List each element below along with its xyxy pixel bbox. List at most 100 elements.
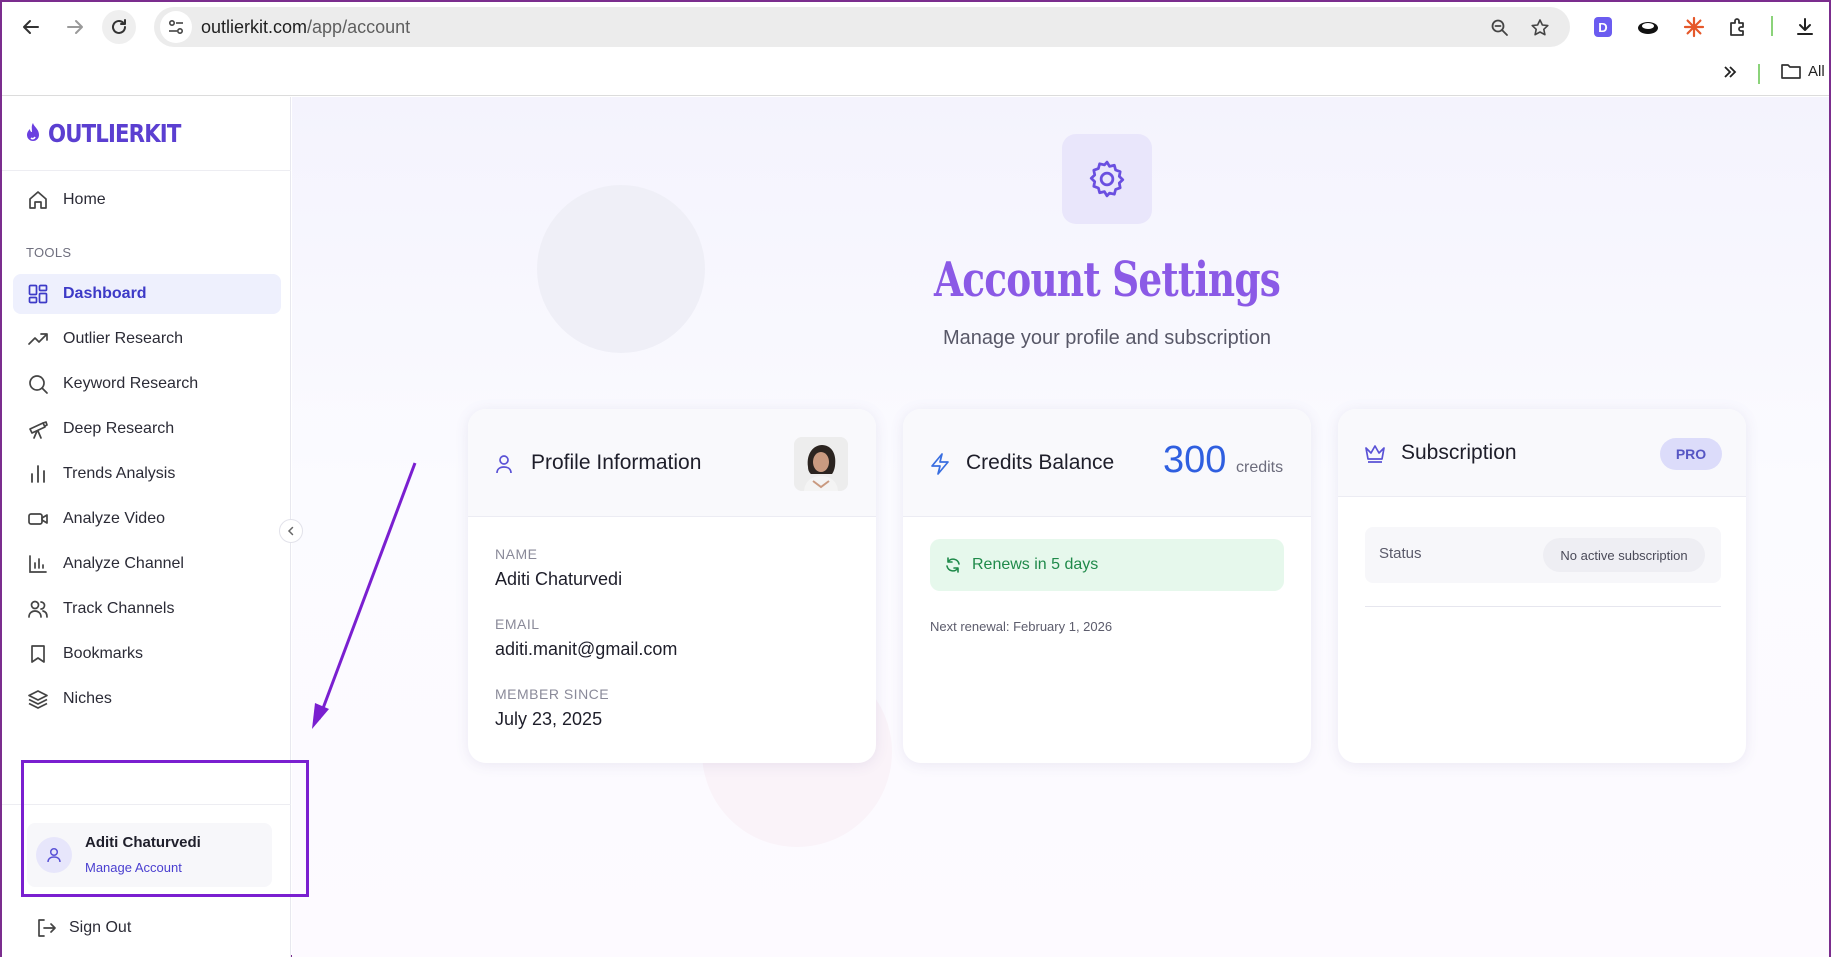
settings-badge <box>1062 134 1152 224</box>
bookmark-star-icon[interactable] <box>1529 17 1551 39</box>
sidebar-item-label: Home <box>63 191 106 208</box>
toolbar-separator <box>1771 16 1773 36</box>
sidebar-divider <box>2 170 291 171</box>
sidebar-item-label: Trends Analysis <box>63 465 176 482</box>
plan-badge: PRO <box>1660 438 1722 470</box>
crown-icon <box>1365 445 1385 463</box>
email-label: EMAIL <box>495 616 540 632</box>
reload-button[interactable] <box>102 10 136 44</box>
credits-card: Credits Balance 300 credits Renews in 5 … <box>903 409 1311 763</box>
lightning-icon <box>931 453 949 475</box>
reload-icon <box>112 19 126 34</box>
sign-out-label: Sign Out <box>69 919 132 936</box>
sidebar-item-label: Keyword Research <box>63 375 199 392</box>
all-bookmarks-button[interactable]: All <box>1780 62 1825 80</box>
extensions-puzzle-icon[interactable] <box>1725 14 1751 40</box>
subscription-divider <box>1365 606 1721 607</box>
bookmarks-bar: All <box>2 52 1829 96</box>
sidebar-item-track-channels[interactable]: Track Channels <box>13 589 281 629</box>
chevron-double-right-icon[interactable] <box>1722 64 1738 85</box>
sidebar-item-bookmarks[interactable]: Bookmarks <box>13 634 281 674</box>
sidebar-item-niches[interactable]: Niches <box>13 679 281 719</box>
profile-card-title: Profile Information <box>531 451 702 474</box>
logo[interactable]: OUTLIERKIT <box>22 119 204 148</box>
user-name: Aditi Chaturvedi <box>85 834 201 851</box>
chevron-left-icon <box>287 526 294 536</box>
channel-chart-icon <box>29 555 47 573</box>
manage-account-link[interactable]: Manage Account <box>85 860 182 875</box>
sidebar-item-keyword-research[interactable]: Keyword Research <box>13 364 281 404</box>
avatar <box>36 837 72 873</box>
sidebar-item-label: Dashboard <box>63 285 147 302</box>
search-icon <box>29 375 48 394</box>
flame-logo-icon <box>27 122 39 141</box>
site-settings-icon[interactable] <box>160 11 192 43</box>
forward-button[interactable] <box>58 10 92 44</box>
extension-d-icon[interactable]: D <box>1590 14 1616 40</box>
sidebar-item-label: Track Channels <box>63 600 175 617</box>
sidebar-item-label: Bookmarks <box>63 645 144 662</box>
credits-unit: credits <box>1236 459 1284 476</box>
sign-out-button[interactable]: Sign Out <box>35 917 131 939</box>
url-text: outlierkit.com/app/account <box>201 17 410 38</box>
sidebar-bottom-divider <box>2 804 291 805</box>
user-card[interactable]: Aditi Chaturvedi Manage Account <box>27 823 272 887</box>
users-icon <box>28 600 48 618</box>
subscription-card-title: Subscription <box>1401 441 1517 464</box>
email-value: aditi.manit@gmail.com <box>495 639 678 659</box>
sidebar-item-home[interactable]: Home <box>13 180 281 220</box>
sidebar-item-analyze-channel[interactable]: Analyze Channel <box>13 544 281 584</box>
sign-out-icon <box>38 919 56 937</box>
browser-toolbar: outlierkit.com/app/account D <box>2 2 1829 52</box>
profile-card: Profile Information NAME Aditi Chaturved… <box>468 409 876 763</box>
sidebar-item-analyze-video[interactable]: Analyze Video <box>13 499 281 539</box>
collapse-sidebar-button[interactable] <box>279 519 303 543</box>
sidebar-item-deep-research[interactable]: Deep Research <box>13 409 281 449</box>
profile-card-header: Profile Information <box>468 409 876 517</box>
member-since-label: MEMBER SINCE <box>495 686 610 702</box>
bookmarks-separator <box>1758 64 1760 84</box>
profile-photo <box>794 437 848 491</box>
next-renewal-date: Next renewal: February 1, 2026 <box>930 619 1113 634</box>
sidebar-item-label: Niches <box>63 690 112 707</box>
sidebar-item-label: Analyze Channel <box>63 555 184 572</box>
telescope-icon <box>29 421 48 439</box>
main-content: Account Settings Manage your profile and… <box>292 97 1829 957</box>
credits-amount: 300 <box>1163 439 1227 481</box>
sidebar-item-label: Deep Research <box>63 420 175 437</box>
folder-icon <box>1781 64 1801 79</box>
tools-section-label: TOOLS <box>26 245 72 260</box>
extension-sunburst-icon[interactable] <box>1681 14 1707 40</box>
member-since-value: July 23, 2025 <box>495 709 603 729</box>
name-label: NAME <box>495 546 538 562</box>
credits-card-header: Credits Balance 300 credits <box>903 409 1311 517</box>
back-button[interactable] <box>14 10 48 44</box>
status-badge: No active subscription <box>1543 538 1705 572</box>
sidebar-item-trends-analysis[interactable]: Trends Analysis <box>13 454 281 494</box>
logo-text: OUTLIERKIT <box>48 119 181 148</box>
app-root: OUTLIERKIT Home TOOLS Dashboard Outlier … <box>2 97 1829 957</box>
all-bookmarks-label: All <box>1808 62 1825 80</box>
download-icon[interactable] <box>1792 14 1818 40</box>
url-host: outlierkit.com <box>201 17 308 37</box>
sidebar-item-dashboard[interactable]: Dashboard <box>13 274 281 314</box>
zoom-icon[interactable] <box>1489 17 1511 39</box>
bar-chart-icon <box>31 465 45 483</box>
extension-disc-icon[interactable] <box>1635 14 1661 40</box>
sidebar-item-label: Outlier Research <box>63 330 184 347</box>
user-icon <box>47 847 61 863</box>
sidebar-item-outlier-research[interactable]: Outlier Research <box>13 319 281 359</box>
dashboard-icon <box>28 284 48 304</box>
user-icon <box>496 455 512 474</box>
sidebar-item-label: Analyze Video <box>63 510 165 527</box>
forward-arrow-icon <box>67 20 83 34</box>
sidebar: OUTLIERKIT Home TOOLS Dashboard Outlier … <box>2 97 291 957</box>
page-title: Account Settings <box>933 252 1281 308</box>
video-icon <box>28 513 48 525</box>
subscription-card-header: Subscription PRO <box>1338 409 1746 497</box>
name-value: Aditi Chaturvedi <box>495 569 623 589</box>
credits-card-title: Credits Balance <box>966 451 1115 474</box>
trending-up-icon <box>28 333 48 345</box>
address-bar[interactable]: outlierkit.com/app/account <box>154 7 1570 47</box>
bookmark-icon <box>31 645 45 663</box>
